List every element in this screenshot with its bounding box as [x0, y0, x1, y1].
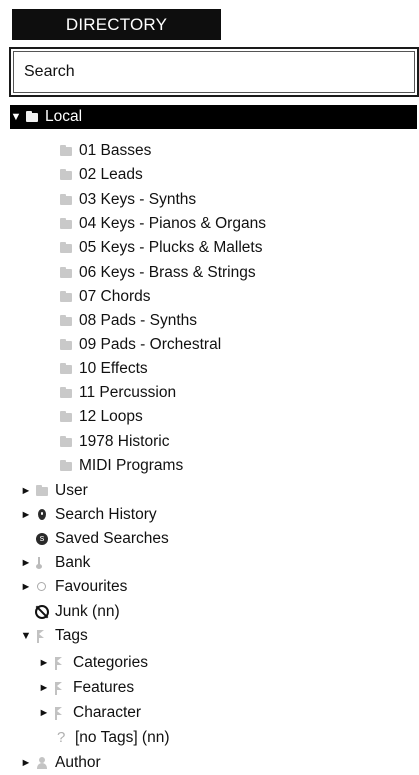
tree-item-label: 04 Keys - Pianos & Organs: [79, 215, 266, 232]
folder-icon: [59, 290, 73, 304]
tree-item-label: Bank: [55, 554, 91, 571]
tree-item-folder[interactable]: 01 Basses: [59, 139, 151, 163]
tree-item-label: Categories: [73, 654, 148, 671]
expand-arrow-icon[interactable]: ►: [20, 479, 32, 503]
tree-item-label: [no Tags] (nn): [75, 729, 170, 746]
tree-item-label: 02 Leads: [79, 166, 143, 183]
expand-arrow-icon[interactable]: ►: [38, 651, 50, 675]
tree-item-folder[interactable]: 12 Loops: [59, 405, 143, 429]
expand-arrow-icon[interactable]: ►: [38, 701, 50, 725]
folder-icon: [59, 314, 73, 328]
folder-icon: [59, 193, 73, 207]
folder-icon: [59, 386, 73, 400]
tree-item-label: 03 Keys - Synths: [79, 191, 197, 208]
flag-icon: [53, 706, 67, 720]
folder-icon: [59, 266, 73, 280]
tree-item-label: User: [55, 482, 88, 499]
tree-item-folder[interactable]: 11 Percussion: [59, 381, 176, 405]
folder-icon: [59, 241, 73, 255]
tree-item-label: 11 Percussion: [79, 384, 177, 401]
collapse-arrow-icon[interactable]: ▼: [20, 624, 32, 648]
tree-item-label: 08 Pads - Synths: [79, 312, 198, 329]
folder-icon: [35, 484, 49, 498]
folder-icon: [59, 435, 73, 449]
tree-item-no-tags[interactable]: [no Tags] (nn): [55, 726, 170, 750]
folder-icon: [59, 459, 73, 473]
tree-item-folder[interactable]: 04 Keys - Pianos & Organs: [59, 212, 266, 236]
tree-item-folder[interactable]: 06 Keys - Brass & Strings: [59, 261, 256, 285]
saved-search-icon: [35, 532, 49, 546]
flag-icon: [53, 656, 67, 670]
tree-item-folder[interactable]: 09 Pads - Orchestral: [59, 333, 221, 357]
expand-arrow-icon[interactable]: ►: [38, 676, 50, 700]
flag-icon: [35, 629, 49, 643]
tree-item-local[interactable]: ▼ Local: [10, 105, 417, 129]
tree-item-folder[interactable]: 07 Chords: [59, 285, 151, 309]
tree-item-character[interactable]: ► Character: [38, 701, 142, 725]
tree-item-label: Character: [73, 704, 142, 721]
folder-icon: [59, 410, 73, 424]
tree-item-label: 05 Keys - Plucks & Mallets: [79, 239, 263, 256]
tree-item-folder[interactable]: 08 Pads - Synths: [59, 309, 197, 333]
tree-item-label: 12 Loops: [79, 408, 143, 425]
search-history-icon: [35, 508, 49, 522]
tree-item-saved-searches[interactable]: Saved Searches: [35, 527, 169, 551]
tree-item-label: 1978 Historic: [79, 433, 170, 450]
tree-item-folder[interactable]: MIDI Programs: [59, 454, 183, 478]
expand-arrow-icon[interactable]: ▼: [10, 105, 22, 129]
tree-item-user[interactable]: ► User: [20, 479, 88, 503]
tree-item-label: Local: [45, 108, 83, 125]
tree-item-label: Tags: [55, 627, 88, 644]
tree-item-label: Saved Searches: [55, 530, 169, 547]
folder-icon: [59, 362, 73, 376]
question-icon: [55, 726, 69, 750]
tree-item-junk[interactable]: Junk (nn): [35, 600, 120, 624]
tree-item-label: MIDI Programs: [79, 457, 184, 474]
tree-item-bank[interactable]: ► Bank: [20, 551, 91, 575]
tree-item-label: 07 Chords: [79, 288, 151, 305]
tree-item-label: 10 Effects: [79, 360, 148, 377]
tree-item-search-history[interactable]: ► Search History: [20, 503, 157, 527]
expand-arrow-icon[interactable]: ►: [20, 575, 32, 599]
expand-arrow-icon[interactable]: ►: [20, 551, 32, 575]
tree-item-folder[interactable]: 03 Keys - Synths: [59, 188, 196, 212]
folder-icon: [59, 144, 73, 158]
tree-item-folder[interactable]: 1978 Historic: [59, 430, 169, 454]
directory-header: DIRECTORY: [12, 9, 221, 40]
tree-item-label: 09 Pads - Orchestral: [79, 336, 222, 353]
tree-item-author[interactable]: ► Author: [20, 751, 101, 775]
tree-item-label: Junk (nn): [55, 603, 120, 620]
folder-icon: [59, 168, 73, 182]
search-input[interactable]: [13, 51, 415, 93]
tree-item-features[interactable]: ► Features: [38, 676, 135, 700]
tree-item-favourites[interactable]: ► Favourites: [20, 575, 128, 599]
tree-item-label: 06 Keys - Brass & Strings: [79, 264, 256, 281]
favourite-circle-icon: [35, 580, 49, 594]
tree-item-folder[interactable]: 10 Effects: [59, 357, 148, 381]
expand-arrow-icon[interactable]: ►: [20, 503, 32, 527]
tree-item-folder[interactable]: 05 Keys - Plucks & Mallets: [59, 236, 262, 260]
tree-item-label: 01 Basses: [79, 142, 152, 159]
tree-item-label: Author: [55, 754, 101, 771]
person-icon: [35, 756, 49, 770]
search-box: [9, 47, 419, 97]
tree-item-label: Features: [73, 679, 135, 696]
folder-icon: [59, 217, 73, 231]
tree-item-categories[interactable]: ► Categories: [38, 651, 148, 675]
prohibited-icon: [35, 605, 49, 619]
folder-icon: [25, 110, 39, 124]
tree-item-folder[interactable]: 02 Leads: [59, 163, 143, 187]
tree-item-tags[interactable]: ▼ Tags: [20, 624, 88, 648]
folder-icon: [59, 338, 73, 352]
tree-item-label: Search History: [55, 506, 157, 523]
expand-arrow-icon[interactable]: ►: [20, 751, 32, 775]
flag-icon: [53, 681, 67, 695]
music-note-icon: [35, 556, 49, 570]
tree-item-label: Favourites: [55, 578, 128, 595]
